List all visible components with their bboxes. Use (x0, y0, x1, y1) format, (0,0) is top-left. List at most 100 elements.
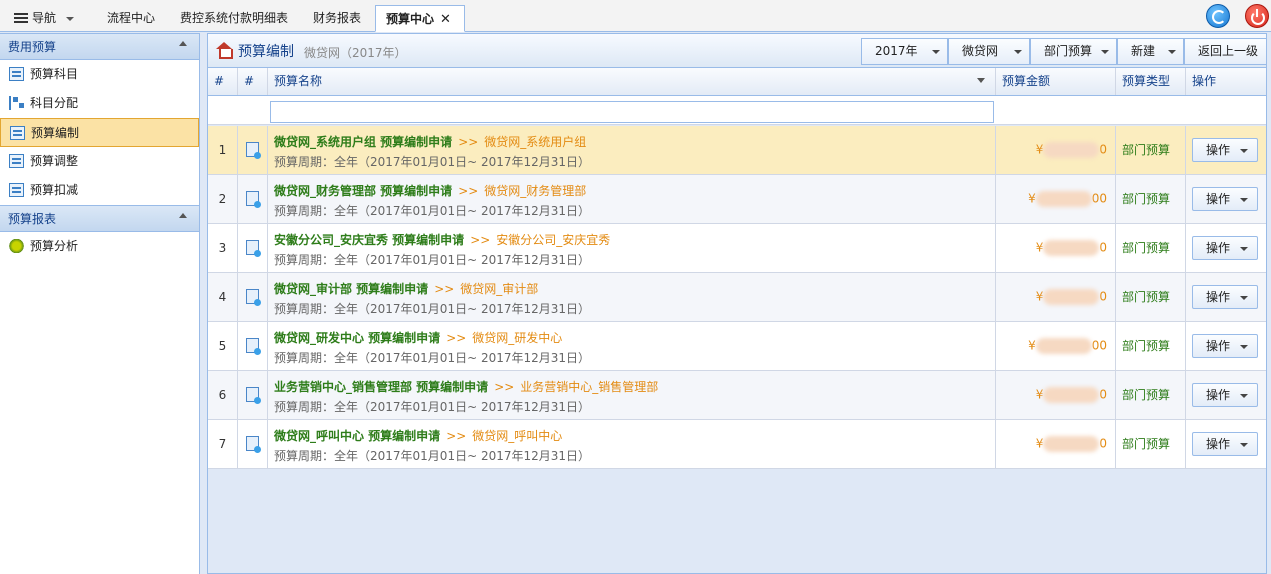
row-apply-title[interactable]: 微贷网_财务管理部 预算编制申请 (274, 184, 452, 198)
row-arrow: >> (458, 135, 479, 149)
row-op-cell: 操作 (1186, 371, 1266, 419)
tab-process-center[interactable]: 流程中心 (97, 5, 165, 32)
operation-button[interactable]: 操作 (1192, 432, 1258, 456)
chevron-down-icon (1168, 50, 1176, 54)
sidebar-item-budget-adjustment[interactable]: 预算调整 (0, 147, 199, 176)
table-row[interactable]: 3 安徽分公司_安庆宜秀 预算编制申请 >> 安徽分公司_安庆宜秀 预算周期：全年（20… (208, 224, 1266, 273)
row-apply-title[interactable]: 微贷网_呼叫中心 预算编制申请 (274, 429, 440, 443)
sidebar-item-budget-subjects[interactable]: 预算科目 (0, 60, 199, 89)
sidebar-item-budget-deduction[interactable]: 预算扣减 (0, 176, 199, 205)
sidebar-section-budget-reports[interactable]: 预算报表 (0, 205, 199, 232)
row-icon-cell (238, 371, 268, 419)
main-panel: 预算编制 微贷网（2017年） 2017年 微贷网 部门预算 新建 返回上一级 … (207, 33, 1267, 574)
row-title-line: 业务营销中心_销售管理部 预算编制申请 >> 业务营销中心_销售管理部 (274, 378, 658, 395)
operation-button[interactable]: 操作 (1192, 383, 1258, 407)
row-name-cell[interactable]: 业务营销中心_销售管理部 预算编制申请 >> 业务营销中心_销售管理部 预算周期：全年… (268, 371, 996, 419)
operation-button-label: 操作 (1206, 388, 1231, 402)
row-budget-type: 部门预算 (1122, 192, 1171, 206)
col-header-type[interactable]: 预算类型 (1116, 68, 1186, 95)
collapse-icon[interactable] (179, 213, 187, 218)
row-title-line: 微贷网_系统用户组 预算编制申请 >> 微贷网_系统用户组 (274, 133, 586, 150)
row-icon-cell (238, 322, 268, 370)
row-amount: ¥0 (1036, 142, 1107, 158)
table-row[interactable]: 2 微贷网_财务管理部 预算编制申请 >> 微贷网_财务管理部 预算周期：全年（2017… (208, 175, 1266, 224)
table-row[interactable]: 5 微贷网_研发中心 预算编制申请 >> 微贷网_研发中心 预算周期：全年（2017年0… (208, 322, 1266, 371)
row-name-cell[interactable]: 微贷网_审计部 预算编制申请 >> 微贷网_审计部 预算周期：全年（2017年01月0… (268, 273, 996, 321)
row-apply-title[interactable]: 微贷网_审计部 预算编制申请 (274, 282, 428, 296)
budget-type-dropdown[interactable]: 部门预算 (1030, 38, 1117, 65)
row-period: 预算周期：全年（2017年01月01日~ 2017年12月31日） (274, 449, 591, 463)
operation-button-label: 操作 (1206, 339, 1231, 353)
row-name-cell[interactable]: 微贷网_系统用户组 预算编制申请 >> 微贷网_系统用户组 预算周期：全年（2017年… (268, 126, 996, 174)
nav-label: 导航 (32, 11, 57, 25)
row-amount-cell: ¥0 (996, 273, 1116, 321)
row-arrow: >> (446, 429, 467, 443)
operation-button-label: 操作 (1206, 192, 1231, 206)
col-header-operation[interactable]: 操作 (1186, 68, 1266, 95)
tab-financial-reports[interactable]: 财务报表 (303, 5, 371, 32)
row-index: 2 (208, 175, 238, 223)
row-amount: ¥00 (1028, 191, 1107, 207)
row-amount: ¥0 (1036, 387, 1107, 403)
currency-symbol: ¥ (1035, 436, 1044, 451)
sidebar-item-subject-allocation[interactable]: 科目分配 (0, 89, 199, 118)
row-amount-cell: ¥0 (996, 371, 1116, 419)
adjust-doc-icon (9, 154, 24, 168)
nav-menu-button[interactable]: 导航 (4, 5, 94, 32)
operation-button[interactable]: 操作 (1192, 334, 1258, 358)
operation-button-label: 操作 (1206, 241, 1231, 255)
row-arrow: >> (434, 282, 455, 296)
name-filter-input[interactable] (270, 101, 994, 123)
power-icon[interactable] (1245, 4, 1269, 28)
table-row[interactable]: 7 微贷网_呼叫中心 预算编制申请 >> 微贷网_呼叫中心 预算周期：全年（2017年0… (208, 420, 1266, 469)
back-button[interactable]: 返回上一级 (1184, 38, 1267, 65)
row-type-cell: 部门预算 (1116, 126, 1186, 174)
row-apply-title[interactable]: 业务营销中心_销售管理部 预算编制申请 (274, 380, 488, 394)
row-apply-title[interactable]: 安徽分公司_安庆宜秀 预算编制申请 (274, 233, 464, 247)
row-budget-type: 部门预算 (1122, 290, 1171, 304)
tab-payment-details[interactable]: 费控系统付款明细表 (170, 5, 298, 32)
row-name-cell[interactable]: 微贷网_研发中心 预算编制申请 >> 微贷网_研发中心 预算周期：全年（2017年01… (268, 322, 996, 370)
refresh-icon[interactable] (1206, 4, 1230, 28)
col-header-name[interactable]: 预算名称 (268, 68, 996, 95)
table-row[interactable]: 1 微贷网_系统用户组 预算编制申请 >> 微贷网_系统用户组 预算周期：全年（2017… (208, 126, 1266, 175)
operation-button[interactable]: 操作 (1192, 187, 1258, 211)
operation-button[interactable]: 操作 (1192, 138, 1258, 162)
row-icon-cell (238, 420, 268, 468)
row-name-cell[interactable]: 微贷网_呼叫中心 预算编制申请 >> 微贷网_呼叫中心 预算周期：全年（2017年01… (268, 420, 996, 468)
col-header-amount[interactable]: 预算金额 (996, 68, 1116, 95)
sidebar-section-expense-budget[interactable]: 费用预算 (0, 33, 199, 60)
row-period: 预算周期：全年（2017年01月01日~ 2017年12月31日） (274, 253, 591, 267)
row-type-cell: 部门预算 (1116, 371, 1186, 419)
subject-icon (9, 67, 24, 81)
close-icon[interactable]: ✕ (440, 12, 451, 27)
table-row[interactable]: 6 业务营销中心_销售管理部 预算编制申请 >> 业务营销中心_销售管理部 预算周期：全… (208, 371, 1266, 420)
sidebar-section-title: 预算报表 (8, 212, 57, 226)
year-dropdown[interactable]: 2017年 (861, 38, 948, 65)
row-name-cell[interactable]: 安徽分公司_安庆宜秀 预算编制申请 >> 安徽分公司_安庆宜秀 预算周期：全年（201… (268, 224, 996, 272)
col-header-icon[interactable]: # (238, 68, 268, 95)
operation-button[interactable]: 操作 (1192, 236, 1258, 260)
row-period: 预算周期：全年（2017年01月01日~ 2017年12月31日） (274, 155, 591, 169)
org-dropdown[interactable]: 微贷网 (948, 38, 1030, 65)
new-dropdown-button[interactable]: 新建 (1117, 38, 1184, 65)
redacted-amount (1043, 142, 1100, 158)
row-apply-title[interactable]: 微贷网_研发中心 预算编制申请 (274, 331, 440, 345)
tab-budget-center[interactable]: 预算中心 ✕ (375, 5, 465, 32)
row-icon-cell (238, 175, 268, 223)
row-name-cell[interactable]: 微贷网_财务管理部 预算编制申请 >> 微贷网_财务管理部 预算周期：全年（2017年… (268, 175, 996, 223)
row-period: 预算周期：全年（2017年01月01日~ 2017年12月31日） (274, 302, 591, 316)
row-apply-title[interactable]: 微贷网_系统用户组 预算编制申请 (274, 135, 452, 149)
sidebar-item-budget-analysis[interactable]: 预算分析 (0, 232, 199, 261)
operation-button[interactable]: 操作 (1192, 285, 1258, 309)
row-budget-type: 部门预算 (1122, 241, 1171, 255)
filter-icon[interactable] (977, 78, 985, 83)
sidebar-item-budget-compilation[interactable]: 预算编制 (0, 118, 199, 147)
home-icon[interactable] (216, 42, 233, 59)
table-row[interactable]: 4 微贷网_审计部 预算编制申请 >> 微贷网_审计部 预算周期：全年（2017年01月… (208, 273, 1266, 322)
row-op-cell: 操作 (1186, 126, 1266, 174)
collapse-icon[interactable] (179, 41, 187, 46)
chevron-down-icon (1240, 149, 1248, 153)
col-header-index[interactable]: # (208, 68, 238, 95)
row-op-cell: 操作 (1186, 322, 1266, 370)
